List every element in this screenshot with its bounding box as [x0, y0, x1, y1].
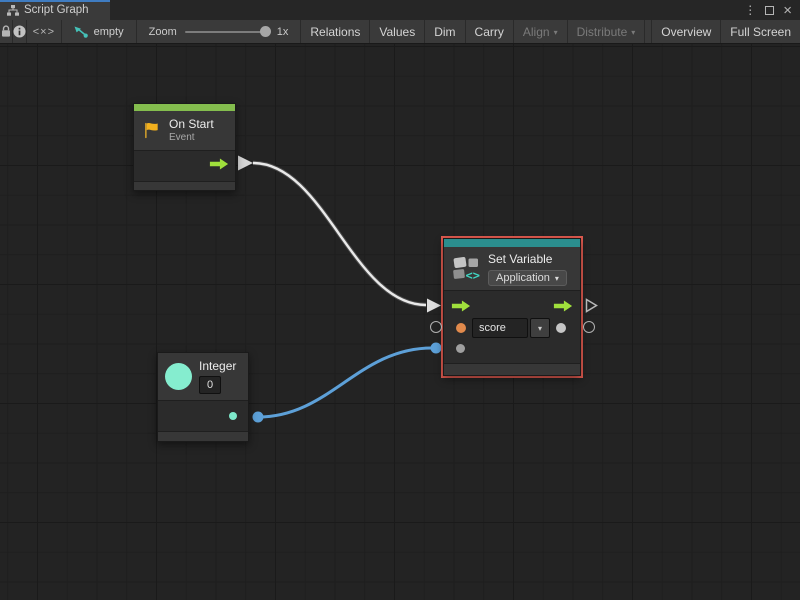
flow-wire[interactable]	[253, 163, 426, 305]
set-variable-icon: <>	[452, 256, 482, 281]
zoom-level: 1x	[277, 26, 289, 38]
values-button[interactable]: Values	[370, 20, 425, 43]
chevron-down-icon: ▾	[554, 27, 558, 37]
window-menu-icon[interactable]: ⋮	[744, 4, 756, 16]
chevron-down-icon: ▾	[555, 273, 559, 283]
node-subtitle: Event	[169, 132, 214, 144]
variable-scope-dropdown[interactable]: Application ▾	[488, 270, 567, 286]
node-title: Integer	[199, 359, 236, 374]
event-accent-stripe	[134, 104, 235, 111]
integer-output-port[interactable]	[229, 412, 237, 420]
svg-text:<>: <>	[466, 269, 480, 282]
value-input-port[interactable]	[456, 344, 465, 353]
variable-accent-stripe	[444, 239, 580, 247]
code-preview-button[interactable]: <×>	[27, 20, 62, 43]
maximize-icon[interactable]	[765, 6, 774, 15]
node-title: Set Variable	[488, 252, 567, 267]
zoom-slider-handle[interactable]	[260, 26, 271, 37]
variable-name-dropdown-button[interactable]: ▾	[530, 318, 550, 338]
lock-icon	[0, 25, 12, 38]
flow-wire-start-arrow[interactable]	[238, 156, 253, 171]
flow-wire-end-arrow[interactable]	[427, 299, 441, 313]
flow-continuation-indicator[interactable]	[585, 298, 598, 313]
node-integer[interactable]: Integer 0	[157, 352, 249, 442]
wire-layer	[0, 44, 800, 600]
value-wire-end-dot[interactable]	[431, 343, 442, 354]
tab-script-graph[interactable]: Script Graph	[0, 0, 110, 20]
dim-button[interactable]: Dim	[425, 20, 465, 43]
value-wire[interactable]	[258, 348, 432, 417]
variable-name-field[interactable]: score	[472, 318, 528, 338]
active-tab-accent	[0, 0, 110, 2]
close-icon[interactable]: ×	[783, 3, 792, 18]
graph-reference[interactable]: empty	[62, 20, 137, 43]
script-graph-icon	[7, 5, 19, 16]
fullscreen-button[interactable]: Full Screen	[721, 20, 800, 43]
align-button[interactable]: Align▾	[514, 20, 568, 43]
integer-type-icon	[165, 363, 192, 390]
value-output-port[interactable]	[556, 323, 566, 333]
flag-icon	[142, 121, 161, 140]
unconnected-output-indicator[interactable]	[583, 321, 595, 333]
chevron-down-icon: ▾	[538, 323, 542, 333]
inspect-button[interactable]	[13, 20, 27, 43]
node-on-start[interactable]: On Start Event	[133, 103, 236, 191]
tab-title: Script Graph	[24, 4, 89, 16]
integer-value-field[interactable]: 0	[199, 376, 221, 394]
info-icon	[13, 25, 26, 38]
graph-canvas[interactable]: On Start Event <> Set Variable	[0, 44, 800, 600]
zoom-control: Zoom 1x	[137, 20, 302, 43]
zoom-label: Zoom	[149, 26, 177, 38]
graph-node-icon	[74, 26, 88, 38]
value-wire-start-dot[interactable]	[253, 412, 264, 423]
overview-button[interactable]: Overview	[651, 20, 721, 43]
window-titlebar: Script Graph ⋮ ×	[0, 0, 800, 20]
relations-button[interactable]: Relations	[301, 20, 370, 43]
chevron-down-icon: ▾	[631, 27, 635, 37]
flow-input-port[interactable]	[451, 299, 471, 313]
angle-brackets-icon: <×>	[33, 26, 55, 38]
carry-button[interactable]: Carry	[466, 20, 514, 43]
lock-button[interactable]	[0, 20, 13, 43]
flow-output-port[interactable]	[209, 157, 229, 171]
zoom-slider[interactable]	[185, 31, 269, 33]
graph-name-label: empty	[94, 26, 124, 38]
flow-output-port[interactable]	[553, 299, 573, 313]
distribute-button[interactable]: Distribute▾	[568, 20, 646, 43]
unconnected-input-indicator[interactable]	[430, 321, 442, 333]
node-set-variable[interactable]: <> Set Variable Application ▾	[441, 236, 583, 378]
variable-name-input-port[interactable]	[456, 323, 466, 333]
node-title: On Start	[169, 117, 214, 132]
graph-toolbar: <×> empty Zoom 1x Relations Values Dim C…	[0, 20, 800, 44]
